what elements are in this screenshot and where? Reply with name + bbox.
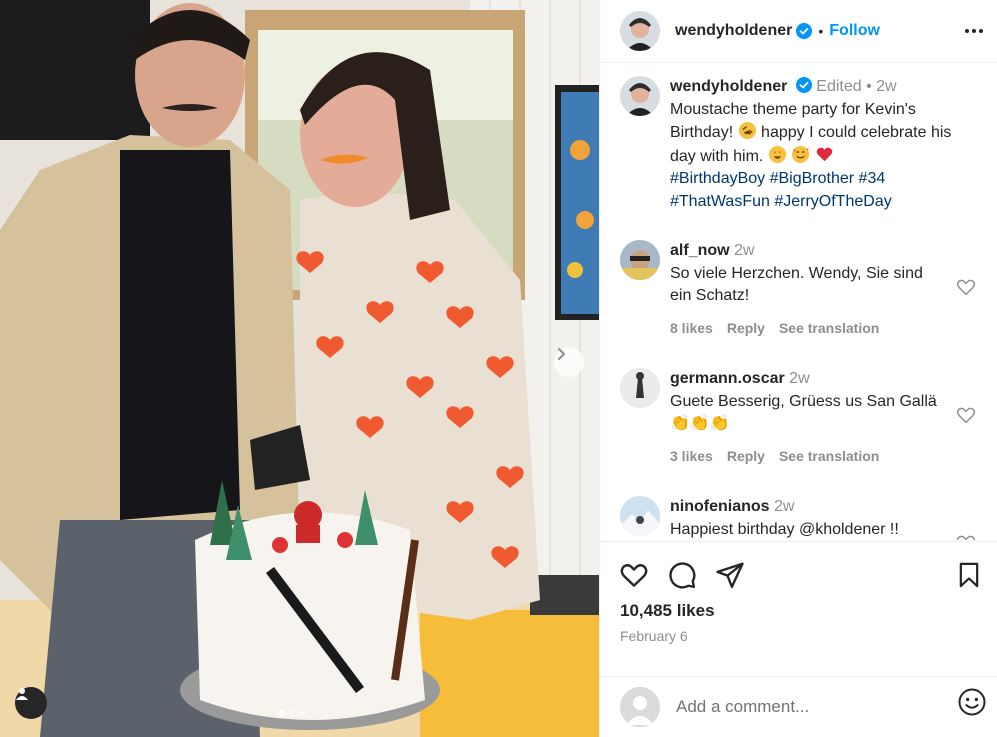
- next-photo-button[interactable]: [554, 347, 584, 377]
- more-dot: [965, 29, 969, 33]
- photo-illustration: [0, 0, 599, 737]
- default-avatar-icon: [620, 687, 660, 727]
- comment-age[interactable]: 2w: [774, 498, 794, 515]
- header-separator: •: [818, 23, 824, 39]
- comment-likes[interactable]: 8 likes: [670, 317, 713, 340]
- post-photo[interactable]: [0, 0, 599, 737]
- see-translation-button[interactable]: See translation: [779, 317, 879, 340]
- carousel-dot: [299, 710, 305, 716]
- caption-username[interactable]: wendyholdener: [670, 78, 787, 95]
- chevron-right-icon: [558, 348, 565, 360]
- commenter-avatar[interactable]: [620, 496, 660, 536]
- comment-age[interactable]: 2w: [789, 370, 809, 387]
- comment-emojis: 👏👏👏: [670, 415, 730, 432]
- comment-text: Happiest birthday @kholdener !!: [670, 520, 899, 538]
- caption-text-line: Moustache theme party for Kevin's: [670, 100, 916, 118]
- save-bookmark-icon[interactable]: [955, 560, 983, 590]
- avatar-image: [620, 76, 660, 116]
- comment-bubble-icon[interactable]: [667, 560, 697, 590]
- smiling-hearts-emoji-icon: [792, 145, 810, 163]
- caption-hashtags[interactable]: #BirthdayBoy #BigBrother #34: [670, 168, 977, 191]
- caption-text-fragment: happy I could celebrate his: [761, 124, 952, 141]
- like-comment-heart-icon[interactable]: [955, 276, 977, 298]
- comments-list[interactable]: wendyholdener Edited • 2w Moustache them…: [600, 64, 997, 540]
- post-side-panel: wendyholdener • Follow wendyholdener Edi…: [599, 0, 997, 737]
- avatar-image: [620, 11, 660, 51]
- comment-input[interactable]: [676, 697, 946, 717]
- more-options-button[interactable]: [959, 16, 989, 46]
- avatar-image: [620, 240, 660, 280]
- commenter-avatar[interactable]: [620, 368, 660, 408]
- more-dot: [979, 29, 983, 33]
- caption-text-line: day with him.: [670, 145, 977, 169]
- commenter-username[interactable]: ninofenianos: [670, 498, 770, 515]
- comment-text: So viele Herzchen. Wendy, Sie sind: [670, 264, 923, 282]
- post-actions: 10,485 likes February 6: [600, 541, 997, 686]
- comment-likes[interactable]: 3 likes: [670, 445, 713, 468]
- caption-text-line: Birthday! happy I could celebrate his: [670, 121, 977, 145]
- like-comment-heart-icon[interactable]: [955, 532, 977, 540]
- reply-button[interactable]: Reply: [727, 317, 765, 340]
- caption-hashtags[interactable]: #ThatWasFun #JerryOfTheDay: [670, 191, 977, 214]
- comment-text: Guete Besserig, Grüess us San Gallä: [670, 392, 937, 410]
- red-heart-emoji-icon: [816, 147, 832, 161]
- caption-text-fragment: Birthday!: [670, 124, 734, 141]
- carousel-dot: [289, 710, 295, 716]
- add-comment-bar: [600, 676, 997, 737]
- rolling-laughing-emoji-icon: [738, 121, 756, 140]
- more-dot: [972, 29, 976, 33]
- tagged-users-button[interactable]: [15, 687, 47, 719]
- like-heart-icon[interactable]: [619, 560, 649, 590]
- comment-item: germann.oscar 2w Guete Besserig, Grüess …: [620, 368, 977, 467]
- comment-text: ein Schatz!: [670, 287, 750, 304]
- caption: wendyholdener Edited • 2w Moustache them…: [620, 76, 977, 213]
- share-paper-plane-icon[interactable]: [715, 560, 745, 590]
- reply-button[interactable]: Reply: [727, 445, 765, 468]
- comment-item: ninofenianos 2w Happiest birthday @khold…: [620, 496, 977, 540]
- caption-age[interactable]: 2w: [876, 78, 896, 95]
- carousel-dot: [279, 710, 285, 716]
- see-translation-button[interactable]: See translation: [779, 445, 879, 468]
- caption-bullet: •: [866, 78, 872, 95]
- user-icon: [16, 688, 28, 700]
- avatar-image: [620, 368, 660, 408]
- commenter-avatar[interactable]: [620, 240, 660, 280]
- emoji-picker-icon[interactable]: [957, 687, 987, 717]
- follow-button[interactable]: Follow: [829, 22, 880, 40]
- verified-badge-icon: [795, 77, 812, 93]
- post-header: wendyholdener • Follow: [600, 0, 997, 63]
- likes-count[interactable]: 10,485 likes: [620, 601, 715, 621]
- post-date[interactable]: February 6: [620, 628, 688, 644]
- verified-badge-icon: [796, 23, 813, 39]
- avatar-image: [620, 496, 660, 536]
- edited-label: Edited: [816, 78, 862, 95]
- commenter-username[interactable]: alf_now: [670, 242, 730, 259]
- like-comment-heart-icon[interactable]: [955, 404, 977, 426]
- current-user-avatar: [620, 687, 660, 727]
- comment-age[interactable]: 2w: [734, 242, 754, 259]
- comment-item: alf_now 2w So viele Herzchen. Wendy, Sie…: [620, 240, 977, 339]
- author-username[interactable]: wendyholdener: [675, 22, 792, 40]
- commenter-username[interactable]: germann.oscar: [670, 370, 785, 387]
- heart-eyes-emoji-icon: [768, 145, 786, 163]
- author-avatar[interactable]: [620, 76, 660, 116]
- carousel-indicator: [279, 710, 305, 716]
- author-avatar[interactable]: [620, 11, 660, 51]
- caption-text-fragment: day with him.: [670, 147, 764, 165]
